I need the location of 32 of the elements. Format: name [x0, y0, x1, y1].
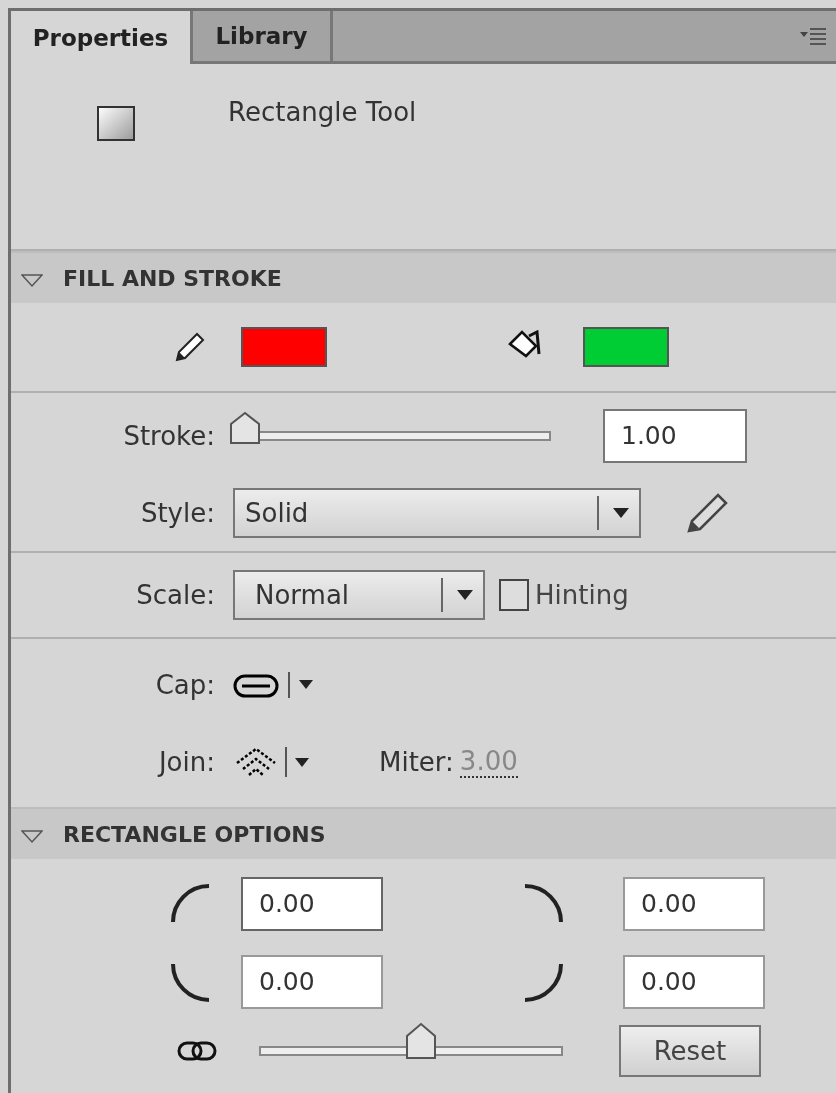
panel-tab[interactable]: Properties	[11, 11, 193, 64]
section-header[interactable]: FILL AND STROKE	[11, 251, 836, 303]
checkbox-label: Hinting	[535, 580, 629, 610]
section-header[interactable]: RECTANGLE OPTIONS	[11, 807, 836, 859]
corner-radius-field[interactable]: 0.00	[623, 955, 765, 1009]
reset-button[interactable]: Reset	[619, 1025, 761, 1077]
corner-radius-field[interactable]: 0.00	[623, 877, 765, 931]
field-label: Stroke:	[122, 421, 215, 451]
tool-name: Rectangle Tool	[228, 97, 417, 127]
caret-icon	[457, 590, 473, 600]
panel-menu-icon[interactable]	[800, 27, 826, 45]
field-label: Miter:	[379, 747, 454, 777]
rectangle-tool-icon	[97, 106, 137, 142]
color-swatch[interactable]	[583, 327, 669, 367]
slider-thumb[interactable]	[229, 411, 261, 445]
scale-dropdown[interactable]: Normal	[233, 570, 485, 620]
style-dropdown[interactable]: Solid	[233, 488, 641, 538]
field-label: Style:	[139, 498, 215, 528]
color-swatch[interactable]	[241, 327, 327, 367]
corner-radius-field[interactable]: 0.00	[241, 955, 383, 1009]
corner-radius-field[interactable]: 0.00	[241, 877, 383, 931]
pencil-icon[interactable]	[685, 491, 729, 535]
link-icon[interactable]	[177, 1040, 217, 1062]
disclosure-icon	[21, 274, 43, 288]
field-label: Cap:	[154, 670, 215, 700]
disclosure-icon	[21, 830, 43, 844]
field-label: Scale:	[135, 580, 215, 610]
field-label: Join:	[156, 747, 215, 777]
hinting-checkbox[interactable]	[499, 579, 529, 611]
stroke-field[interactable]: 1.00	[603, 409, 747, 463]
slider-thumb[interactable]	[405, 1022, 437, 1060]
caret-icon	[613, 508, 629, 518]
